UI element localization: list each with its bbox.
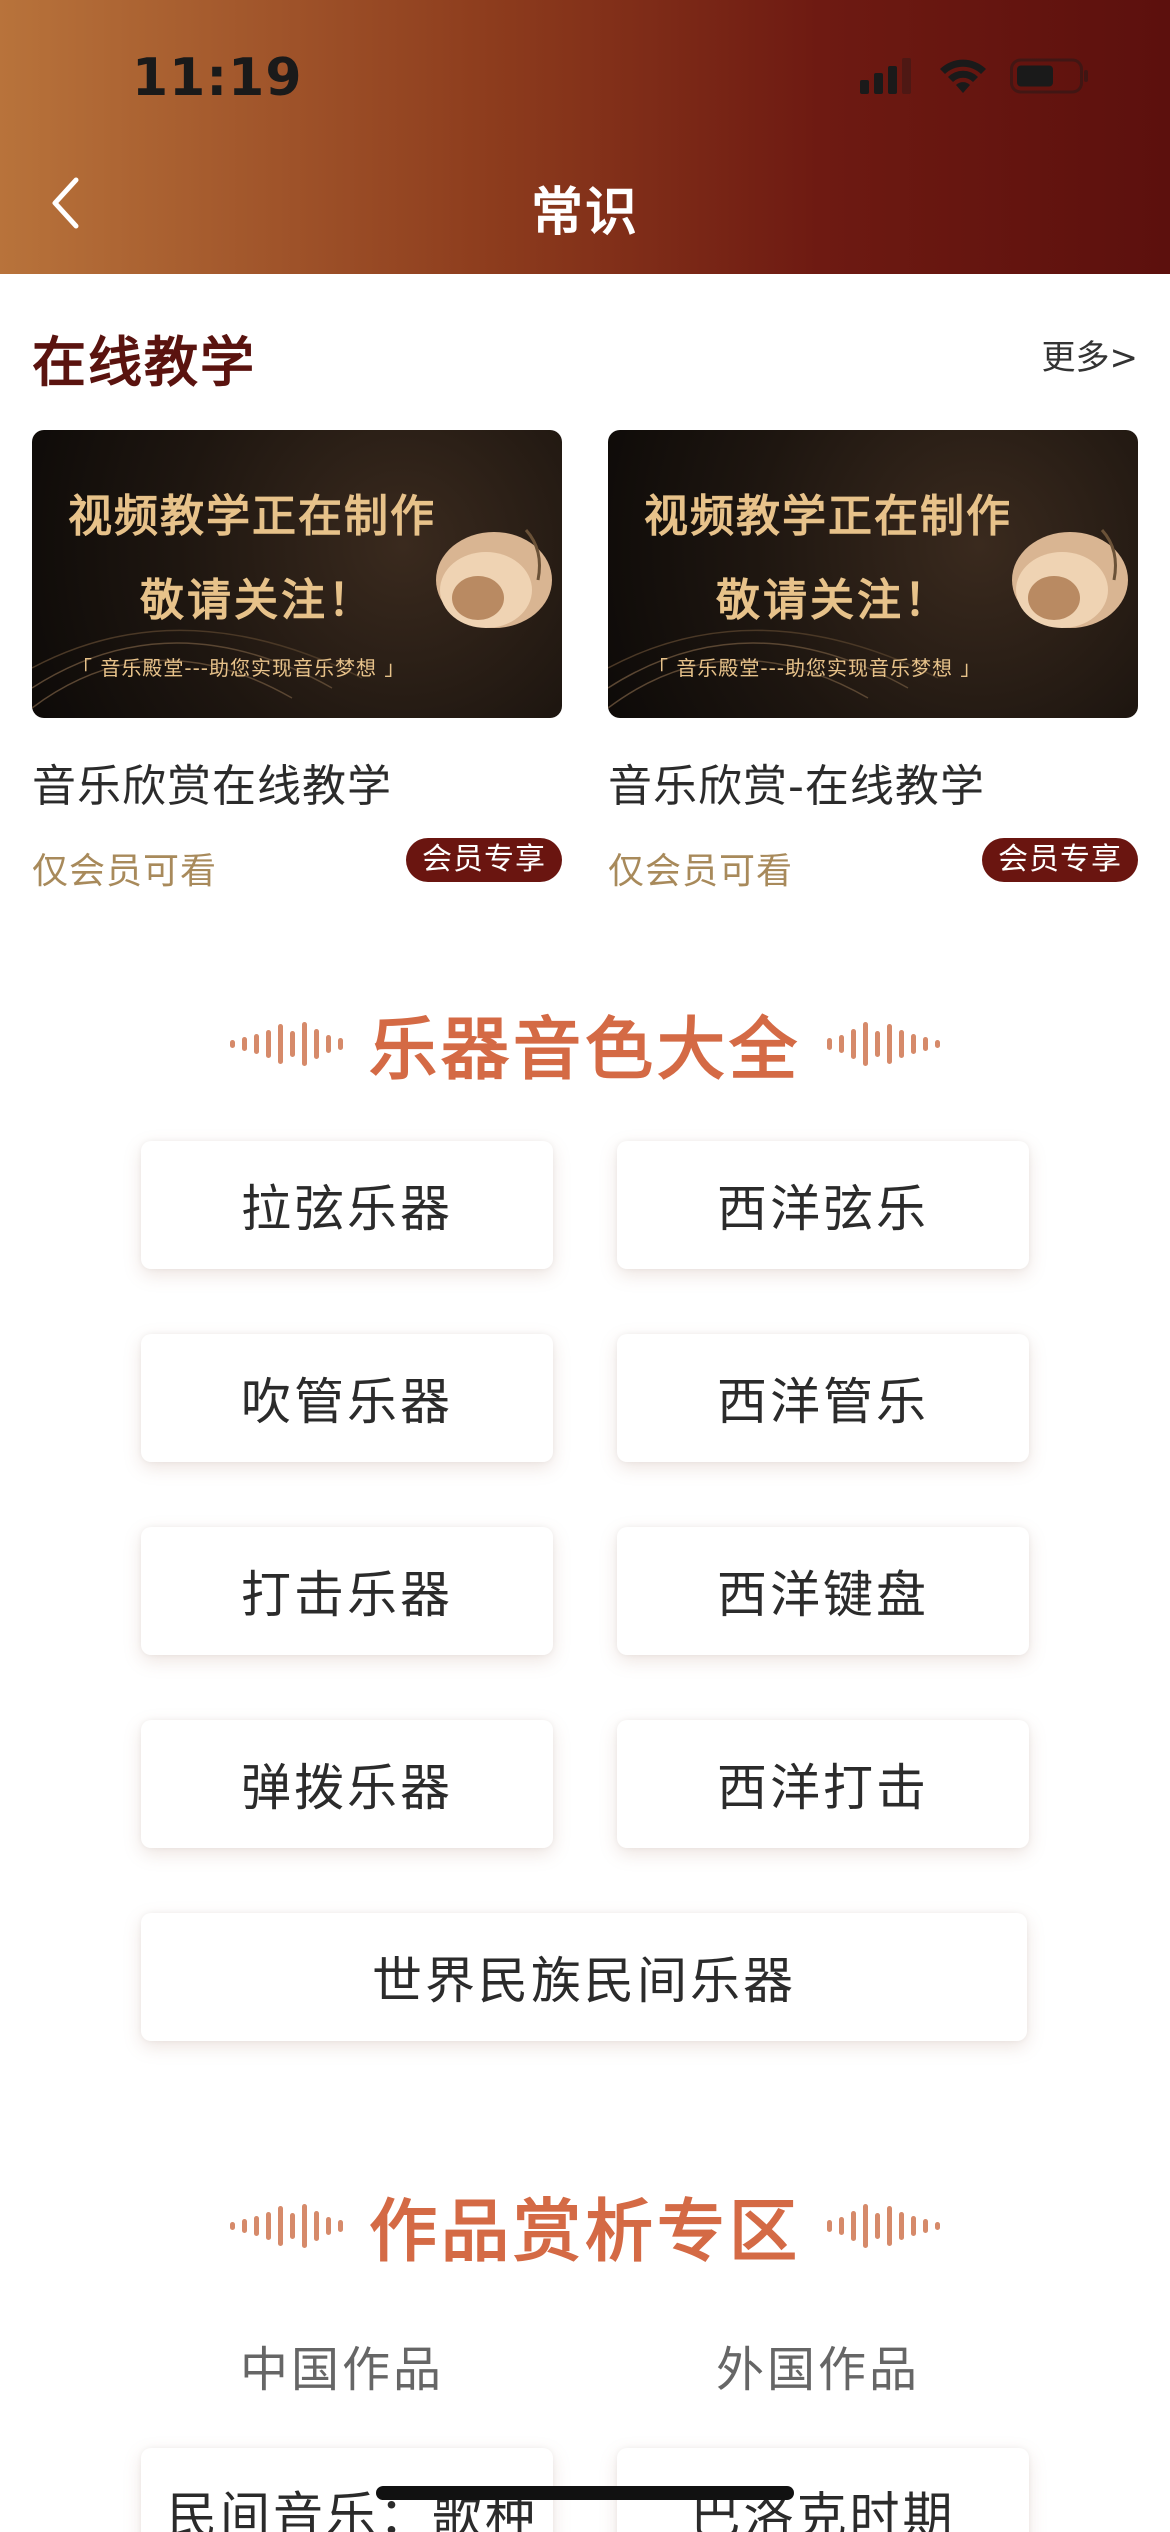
sound-wave-bar <box>899 1029 904 1058</box>
page-title: 常识 <box>530 183 639 243</box>
thumb-line2: 敬请关注！ <box>140 575 375 626</box>
sound-wave-bar <box>337 2219 343 2232</box>
course-thumbnail[interactable]: 视频教学正在制作 敬请关注！ 「 音乐殿堂---助您实现音乐梦想 」 <box>32 430 562 718</box>
thumb-line3: 「 音乐殿堂---助您实现音乐梦想 」 <box>72 656 406 680</box>
sound-wave-bar <box>899 2211 904 2240</box>
tab-chinese-works[interactable]: 中国作品 <box>132 2330 552 2400</box>
wifi-icon <box>940 59 986 93</box>
sound-wave-bar <box>337 1037 343 1050</box>
sound-wave-icon <box>827 2196 940 2256</box>
instrument-button[interactable]: 西洋管乐 <box>617 1334 1029 1462</box>
sound-wave-bar <box>313 2210 319 2241</box>
access-label: 仅会员可看 <box>608 851 794 892</box>
sound-wave-bar <box>863 2203 868 2248</box>
instrument-button[interactable]: 西洋弦乐 <box>617 1141 1029 1269</box>
sound-wave-bar <box>887 2205 892 2246</box>
sound-wave-bar <box>241 2218 247 2233</box>
sound-wave-icon <box>827 1014 940 1074</box>
access-label: 仅会员可看 <box>32 851 218 892</box>
sound-wave-bar <box>301 1021 307 1066</box>
course-meta: 仅会员可看 会员专享 <box>32 838 562 892</box>
sound-wave-bar <box>839 2216 844 2235</box>
thumb-line3: 「 音乐殿堂---助您实现音乐梦想 」 <box>648 656 982 680</box>
instrument-button[interactable]: 吹管乐器 <box>141 1334 553 1462</box>
works-section-title: 作品赏析专区 <box>368 2193 801 2272</box>
sound-wave-bar <box>935 2221 940 2230</box>
instrument-section-title: 乐器音色大全 <box>368 1011 801 1090</box>
course-meta: 仅会员可看 会员专享 <box>608 838 1138 892</box>
header-bar: 11:19 常识 <box>0 0 1170 274</box>
sound-wave-bar <box>229 1039 235 1048</box>
sound-wave-bar <box>875 2212 880 2239</box>
flower-icon <box>436 528 552 628</box>
sound-wave-bar <box>827 1037 832 1050</box>
sound-wave-bar <box>935 1039 940 1048</box>
sound-wave-bar <box>827 2219 832 2232</box>
instrument-section-heading: 乐器音色大全 <box>0 994 1170 1093</box>
sound-wave-bar <box>289 1030 295 1057</box>
instrument-button[interactable]: 西洋打击 <box>617 1720 1029 1848</box>
flower-icon <box>1012 528 1128 628</box>
tab-foreign-works[interactable]: 外国作品 <box>608 2330 1028 2400</box>
member-badge: 会员专享 <box>406 838 562 882</box>
sound-wave-bar <box>301 2203 307 2248</box>
sound-wave-bar <box>875 1030 880 1057</box>
status-icons <box>860 56 1090 96</box>
sound-wave-bar <box>923 1036 928 1051</box>
sound-wave-bar <box>313 1028 319 1059</box>
sound-wave-bar <box>851 1028 856 1059</box>
sound-wave-bar <box>265 2211 271 2240</box>
battery-icon <box>1010 58 1088 94</box>
thumb-line2: 敬请关注！ <box>716 575 951 626</box>
instrument-button[interactable]: 弹拨乐器 <box>141 1720 553 1848</box>
sound-wave-icon <box>229 1014 343 1074</box>
sound-wave-bar <box>839 1034 844 1053</box>
sound-wave-bar <box>277 2205 283 2246</box>
sound-wave-bar <box>911 2215 916 2236</box>
thumb-line1: 视频教学正在制作 <box>644 491 1012 542</box>
instrument-button-world[interactable]: 世界民族民间乐器 <box>141 1913 1027 2041</box>
sound-wave-bar <box>289 2212 295 2239</box>
sound-wave-bar <box>923 2218 928 2233</box>
sound-wave-bar <box>253 2215 259 2236</box>
sound-wave-bar <box>229 2221 235 2230</box>
instrument-button[interactable]: 打击乐器 <box>141 1527 553 1655</box>
sound-wave-icon <box>229 2196 343 2256</box>
home-indicator <box>376 2486 794 2500</box>
section-title-online-teaching: 在线教学 <box>32 331 256 394</box>
course-thumbnail[interactable]: 视频教学正在制作 敬请关注！ 「 音乐殿堂---助您实现音乐梦想 」 <box>608 430 1138 718</box>
sound-wave-bar <box>863 1021 868 1066</box>
member-badge: 会员专享 <box>982 838 1138 882</box>
sound-wave-bar <box>241 1036 247 1051</box>
more-link[interactable]: 更多> <box>1042 330 1139 379</box>
course-title: 音乐欣赏-在线教学 <box>608 761 985 812</box>
instrument-button[interactable]: 拉弦乐器 <box>141 1141 553 1269</box>
course-card[interactable]: 视频教学正在制作 敬请关注！ 「 音乐殿堂---助您实现音乐梦想 」 音乐欣赏在… <box>32 430 562 892</box>
sound-wave-bar <box>277 1023 283 1064</box>
signal-icon <box>860 58 911 94</box>
thumb-line1: 视频教学正在制作 <box>68 491 436 542</box>
sound-wave-bar <box>265 1029 271 1058</box>
sound-wave-bar <box>851 2210 856 2241</box>
sound-wave-bar <box>911 1033 916 1054</box>
course-title: 音乐欣赏在线教学 <box>32 761 392 812</box>
instrument-button[interactable]: 西洋键盘 <box>617 1527 1029 1655</box>
sound-wave-bar <box>325 1034 331 1053</box>
sound-wave-bar <box>253 1033 259 1054</box>
status-time: 11:19 <box>132 48 303 108</box>
sound-wave-bar <box>887 1023 892 1064</box>
works-section-heading: 作品赏析专区 <box>0 2176 1170 2275</box>
course-card[interactable]: 视频教学正在制作 敬请关注！ 「 音乐殿堂---助您实现音乐梦想 」 音乐欣赏-… <box>608 430 1138 892</box>
sound-wave-bar <box>325 2216 331 2235</box>
